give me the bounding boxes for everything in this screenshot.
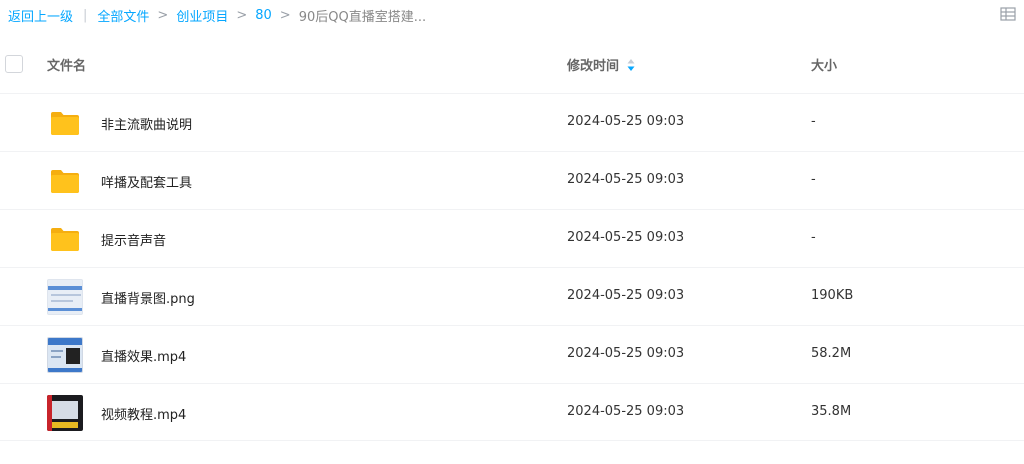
file-list: 非主流歌曲说明 2024-05-25 09:03 - 咩播及配套工具 2024-…	[0, 93, 1024, 441]
breadcrumb-separator: >	[157, 7, 169, 23]
file-size: 190KB	[811, 288, 854, 303]
file-size: -	[811, 114, 816, 129]
file-row[interactable]: 直播效果.mp4 2024-05-25 09:03 58.2M	[0, 325, 1024, 383]
folder-icon	[46, 220, 84, 258]
grid-view-icon[interactable]	[1000, 6, 1016, 21]
breadcrumb-divider: |	[83, 7, 88, 23]
file-modified-time: 2024-05-25 09:03	[567, 114, 685, 129]
column-header-name: 文件名	[47, 59, 87, 74]
file-row[interactable]: 视频教程.mp4 2024-05-25 09:03 35.8M	[0, 383, 1024, 441]
breadcrumb-separator: >	[279, 7, 291, 23]
file-name[interactable]: 直播背景图.png	[101, 288, 195, 307]
file-name[interactable]: 直播效果.mp4	[101, 346, 186, 365]
column-header-time[interactable]: 修改时间	[567, 55, 635, 74]
file-name[interactable]: 咩播及配套工具	[101, 172, 192, 191]
file-list-header: 文件名 修改时间 大小	[0, 44, 1024, 84]
file-modified-time: 2024-05-25 09:03	[567, 288, 685, 303]
breadcrumb-startup-projects[interactable]: 创业项目	[176, 6, 228, 25]
file-name[interactable]: 提示音声音	[101, 230, 166, 249]
sort-icon[interactable]	[627, 58, 635, 72]
file-modified-time: 2024-05-25 09:03	[567, 404, 685, 419]
file-row[interactable]: 非主流歌曲说明 2024-05-25 09:03 -	[0, 93, 1024, 151]
file-row[interactable]: 直播背景图.png 2024-05-25 09:03 190KB	[0, 267, 1024, 325]
file-size: -	[811, 172, 816, 187]
file-name[interactable]: 视频教程.mp4	[101, 404, 186, 423]
video-thumbnail	[46, 336, 84, 374]
file-size: 35.8M	[811, 404, 852, 419]
breadcrumb-separator: >	[236, 7, 248, 23]
select-all-checkbox[interactable]	[5, 55, 23, 73]
back-link[interactable]: 返回上一级	[8, 6, 73, 25]
file-size: 58.2M	[811, 346, 852, 361]
breadcrumb-80[interactable]: 80	[255, 8, 272, 23]
breadcrumb-all-files[interactable]: 全部文件	[97, 6, 149, 25]
column-header-time-label: 修改时间	[567, 59, 620, 74]
breadcrumb-current: 90后QQ直播室搭建...	[298, 9, 427, 25]
folder-icon	[46, 162, 84, 200]
file-row[interactable]: 提示音声音 2024-05-25 09:03 -	[0, 209, 1024, 267]
column-header-size[interactable]: 大小	[811, 55, 837, 74]
file-size: -	[811, 230, 816, 245]
file-row[interactable]: 咩播及配套工具 2024-05-25 09:03 -	[0, 151, 1024, 209]
breadcrumb: 返回上一级 | 全部文件 > 创业项目 > 80 > 90后QQ直播室搭建...	[8, 5, 426, 25]
file-modified-time: 2024-05-25 09:03	[567, 172, 685, 187]
video-thumbnail	[46, 394, 84, 432]
file-modified-time: 2024-05-25 09:03	[567, 230, 685, 245]
image-thumbnail	[46, 278, 84, 316]
file-name[interactable]: 非主流歌曲说明	[101, 114, 192, 133]
file-modified-time: 2024-05-25 09:03	[567, 346, 685, 361]
folder-icon	[46, 104, 84, 142]
